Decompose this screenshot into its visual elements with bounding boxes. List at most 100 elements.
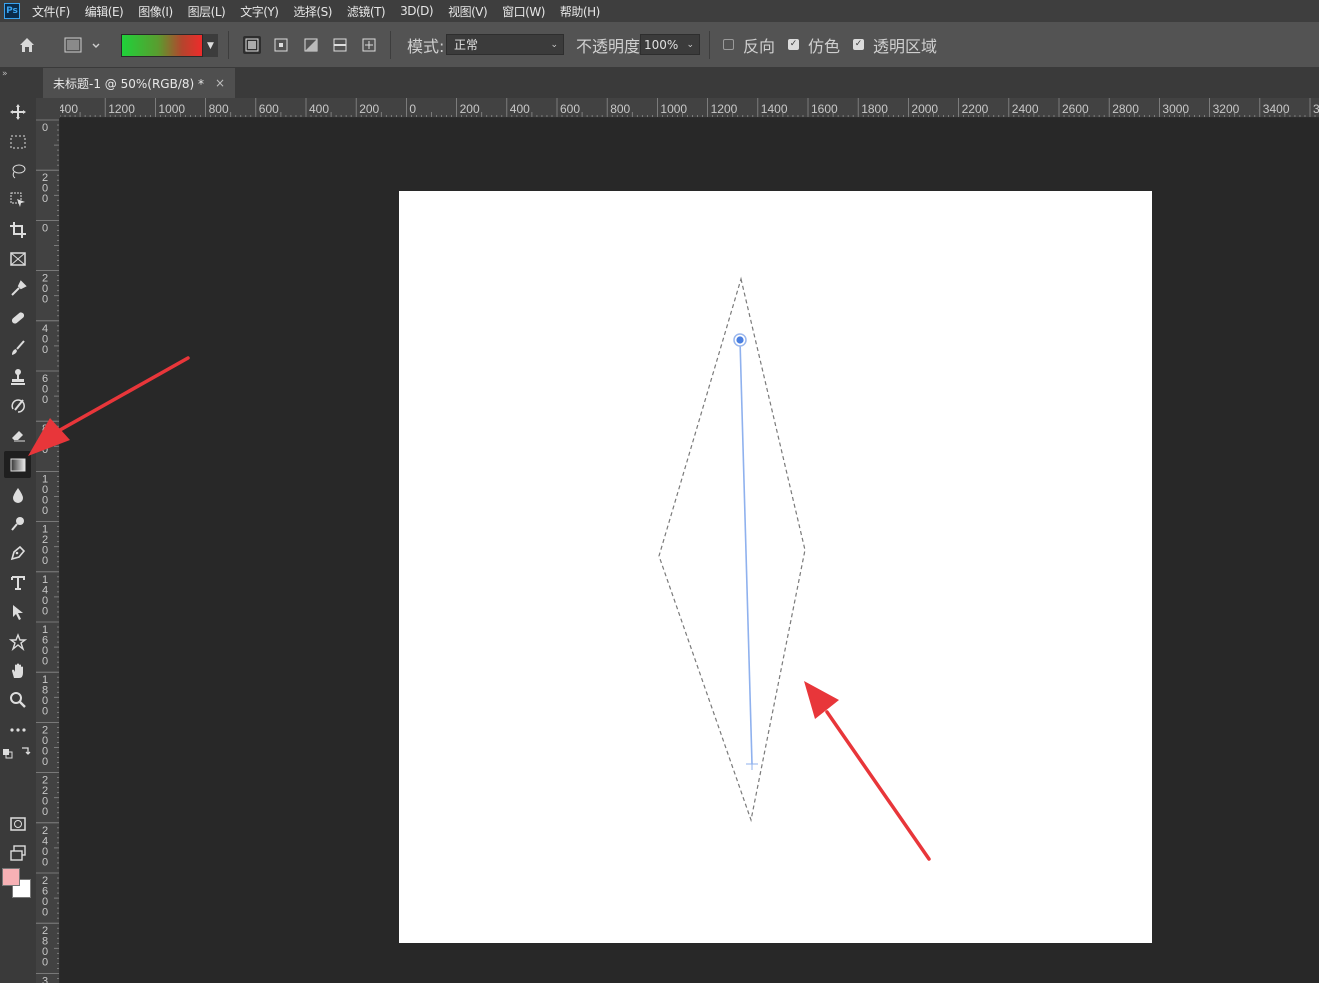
ruler-label: 3200: [1213, 102, 1240, 116]
chevron-down-icon: ⌄: [686, 39, 694, 50]
ruler-label: 0: [42, 122, 48, 134]
ruler-label: 1200: [711, 102, 738, 116]
ruler-label: 600: [259, 102, 279, 116]
tools-panel: [0, 98, 36, 983]
foreground-color-swatch[interactable]: [2, 868, 20, 886]
ruler-label: 2000: [911, 102, 938, 116]
zoom-tool[interactable]: [4, 686, 31, 713]
menu-image[interactable]: 图像(I): [138, 3, 173, 20]
object-select-tool[interactable]: [4, 186, 31, 213]
menu-filter[interactable]: 滤镜(T): [347, 3, 386, 20]
ruler-origin[interactable]: [36, 98, 60, 118]
ruler-label: 200: [460, 102, 480, 116]
ruler-label: 400: [42, 323, 48, 356]
dodge-tool[interactable]: [4, 510, 31, 537]
eraser-tool[interactable]: [4, 421, 31, 448]
menu-edit[interactable]: 编辑(E): [85, 3, 124, 20]
opacity-label: 不透明度:: [576, 37, 646, 56]
linear-gradient-button[interactable]: [243, 36, 261, 54]
blur-tool[interactable]: [4, 481, 31, 508]
ruler-label: 2000: [42, 724, 48, 768]
lasso-tool[interactable]: [4, 157, 31, 184]
ruler-label: 2800: [1112, 102, 1139, 116]
separator: [228, 31, 229, 59]
horizontal-ruler[interactable]: 400 1200 1000 800 600 400 200 0 200 400 600 800 1000…: [36, 98, 1319, 118]
ruler-label: 600: [42, 373, 48, 406]
home-icon[interactable]: [17, 22, 37, 68]
transparency-checkbox[interactable]: ✓: [853, 39, 864, 50]
ruler-label: 1800: [42, 674, 48, 718]
ruler-label: 3000: [1162, 102, 1189, 116]
gradient-tool[interactable]: [4, 451, 31, 478]
hand-tool[interactable]: [4, 657, 31, 684]
ruler-label: 1800: [861, 102, 888, 116]
eyedropper-tool[interactable]: [4, 275, 31, 302]
vertical-ruler[interactable]: 0200020040060080010001200140016001800200…: [36, 118, 60, 983]
crop-tool[interactable]: [4, 216, 31, 243]
ruler-label: 2200: [962, 102, 989, 116]
screen-mode-icon[interactable]: [4, 839, 31, 866]
menu-view[interactable]: 视图(V): [448, 3, 488, 20]
pen-tool[interactable]: [4, 539, 31, 566]
document-tab-title: 未标题-1 @ 50%(RGB/8) *: [53, 76, 204, 91]
ruler-label: 1200: [42, 524, 48, 568]
ruler-label: 1400: [761, 102, 788, 116]
marquee-tool[interactable]: [4, 128, 31, 155]
document-canvas[interactable]: [399, 191, 1152, 943]
ruler-label: 400: [309, 102, 329, 116]
type-tool[interactable]: [4, 569, 31, 596]
separator: [709, 31, 710, 59]
path-select-tool[interactable]: [4, 598, 31, 625]
more-tools-icon[interactable]: [4, 716, 31, 743]
menu-file[interactable]: 文件(F): [32, 3, 70, 20]
menu-type[interactable]: 文字(Y): [240, 3, 279, 20]
healing-brush-tool[interactable]: [4, 304, 31, 331]
frame-tool[interactable]: [4, 245, 31, 272]
ruler-label: 0: [42, 222, 48, 234]
gradient-preset-picker[interactable]: [64, 22, 102, 68]
angle-gradient-button[interactable]: [302, 36, 320, 54]
clone-stamp-tool[interactable]: [4, 363, 31, 390]
ruler-label: 1000: [42, 473, 48, 517]
quick-mask-icon[interactable]: [4, 810, 31, 837]
brush-tool[interactable]: [4, 334, 31, 361]
ruler-label: 400: [510, 102, 530, 116]
ruler-label: 2600: [42, 875, 48, 919]
mode-label: 模式:: [407, 37, 445, 56]
ruler-label: 36: [1313, 102, 1319, 116]
close-icon[interactable]: ×: [215, 76, 225, 90]
ruler-label: 1400: [42, 574, 48, 618]
ruler-label: 200: [42, 273, 48, 306]
photoshop-logo-icon[interactable]: Ps: [4, 3, 20, 19]
ruler-label: 800: [610, 102, 630, 116]
menu-select[interactable]: 选择(S): [293, 3, 332, 20]
custom-shape-tool[interactable]: [4, 628, 31, 655]
ruler-label: 1000: [158, 102, 185, 116]
collapse-panel-icon[interactable]: »: [2, 69, 8, 79]
chevron-down-icon: ⌄: [550, 39, 558, 50]
menu-help[interactable]: 帮助(H): [560, 3, 600, 20]
ruler-label: 1000: [660, 102, 687, 116]
menu-window[interactable]: 窗口(W): [502, 3, 545, 20]
ruler-label: 2400: [1012, 102, 1039, 116]
ruler-label: 2800: [42, 925, 48, 969]
reflected-gradient-button[interactable]: [331, 36, 349, 54]
menu-layer[interactable]: 图层(L): [188, 3, 226, 20]
document-tab[interactable]: 未标题-1 @ 50%(RGB/8) * ×: [43, 68, 235, 98]
gradient-picker-chevron-icon[interactable]: ▼: [203, 34, 218, 57]
menu-3d[interactable]: 3D(D): [400, 4, 433, 18]
ruler-label: 1200: [108, 102, 135, 116]
dither-checkbox[interactable]: ✓: [788, 39, 799, 50]
reverse-checkbox[interactable]: [723, 39, 734, 50]
swap-colors-icon[interactable]: [0, 743, 36, 761]
diamond-gradient-button[interactable]: [360, 36, 378, 54]
ruler-label: 2200: [42, 775, 48, 819]
move-tool[interactable]: [4, 98, 31, 125]
ruler-label: 3400: [1263, 102, 1290, 116]
ruler-label: 600: [560, 102, 580, 116]
mode-select[interactable]: 正常 ⌄: [446, 34, 564, 55]
radial-gradient-button[interactable]: [272, 36, 290, 54]
opacity-field[interactable]: 100% ⌄: [640, 34, 700, 55]
gradient-editor-swatch[interactable]: [121, 34, 203, 57]
history-brush-tool[interactable]: [4, 392, 31, 419]
